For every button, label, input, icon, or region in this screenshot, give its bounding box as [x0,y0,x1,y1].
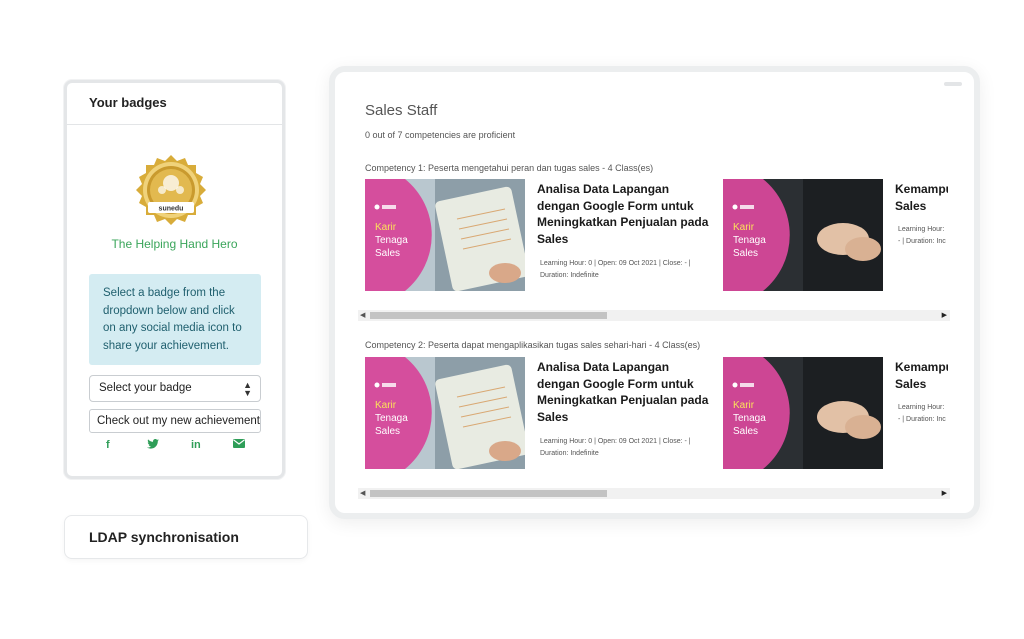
proficiency-summary: 0 out of 7 competencies are proficient [365,130,516,140]
course-card[interactable]: Karir Tenaga Sales Analisa Data Lapangan… [365,179,710,291]
svg-text:Karir: Karir [733,400,755,411]
svg-text:Karir: Karir [733,222,755,233]
course-title[interactable]: Analisa Data Lapangan dengan Google Form… [537,359,712,425]
ldap-sync-card[interactable]: LDAP synchronisation [64,515,308,559]
competency-label: Competency 1: Peserta mengetahui peran d… [365,163,654,173]
svg-text:Sales: Sales [375,248,400,259]
badges-card: Your badges sunedu The Helping Hand Hero… [64,80,285,479]
badge-select-value: Select your badge [99,382,192,394]
email-icon[interactable] [233,439,245,451]
linkedin-icon[interactable]: in [191,439,201,451]
scroll-left-icon[interactable]: ◀ [360,311,365,319]
twitter-icon[interactable] [147,439,159,452]
scrollbar-thumb[interactable] [370,490,607,497]
svg-text:Tenaga: Tenaga [733,413,766,424]
scroll-right-icon[interactable]: ▶ [942,489,947,497]
share-message-input[interactable]: Check out my new achievement [89,409,261,433]
svg-text:Tenaga: Tenaga [733,235,766,246]
badge-name: The Helping Hand Hero [111,237,238,251]
course-card[interactable]: Karir Tenaga Sales Analisa Data Lapangan… [365,357,710,469]
scrollbar-thumb[interactable] [370,312,607,319]
course-thumbnail[interactable]: Karir Tenaga Sales [723,357,883,469]
course-meta: Learning Hour: 0 | Open: 09 Oct 2021 | C… [540,260,691,279]
facebook-icon[interactable]: f [106,439,110,451]
page-title: Sales Staff [365,102,438,119]
svg-text:Tenaga: Tenaga [375,413,408,424]
device-notch [944,82,962,86]
course-meta: Learning Hour: - | Duration: Inc [898,226,946,245]
select-caret-icon: ▲ ▼ [243,380,252,398]
course-meta: Learning Hour: - | Duration: Inc [898,404,946,423]
course-card[interactable]: Karir Tenaga Sales Kemampu Sales Learnin… [723,179,948,291]
svg-text:Sales: Sales [733,248,758,259]
badge-logo-text: sunedu [159,206,184,213]
course-thumbnail[interactable]: Karir Tenaga Sales [365,179,525,291]
svg-text:Karir: Karir [375,400,397,411]
badge-info-box: Select a badge from the dropdown below a… [89,274,261,365]
scroll-left-icon[interactable]: ◀ [360,489,365,497]
svg-text:Sales: Sales [733,426,758,437]
badge-seal-icon [136,155,206,225]
competency-label: Competency 2: Peserta dapat mengaplikasi… [365,340,701,350]
course-title[interactable]: Kemampu Sales [895,181,948,214]
svg-text:Karir: Karir [375,222,397,233]
course-meta: Learning Hour: 0 | Open: 09 Oct 2021 | C… [540,438,691,457]
horizontal-scrollbar[interactable]: ◀ ▶ [358,488,950,499]
course-thumbnail[interactable]: Karir Tenaga Sales [723,179,883,291]
scroll-right-icon[interactable]: ▶ [942,311,947,319]
course-thumbnail[interactable]: Karir Tenaga Sales [365,357,525,469]
course-title[interactable]: Analisa Data Lapangan dengan Google Form… [537,181,712,247]
social-share-row: f in [89,439,261,457]
badge-image[interactable]: sunedu [131,153,211,233]
competency-panel: Sales Staff 0 out of 7 competencies are … [329,66,980,519]
svg-text:Sales: Sales [375,426,400,437]
course-row: Karir Tenaga Sales Analisa Data Lapangan… [365,179,948,291]
course-card[interactable]: Karir Tenaga Sales Kemampu Sales Learnin… [723,357,948,469]
course-title[interactable]: Kemampu Sales [895,359,948,392]
course-row: Karir Tenaga Sales Analisa Data Lapangan… [365,357,948,469]
horizontal-scrollbar[interactable]: ◀ ▶ [358,310,950,321]
badge-select[interactable]: Select your badge ▲ ▼ [89,375,261,402]
badges-title: Your badges [67,83,282,125]
svg-text:Tenaga: Tenaga [375,235,408,246]
